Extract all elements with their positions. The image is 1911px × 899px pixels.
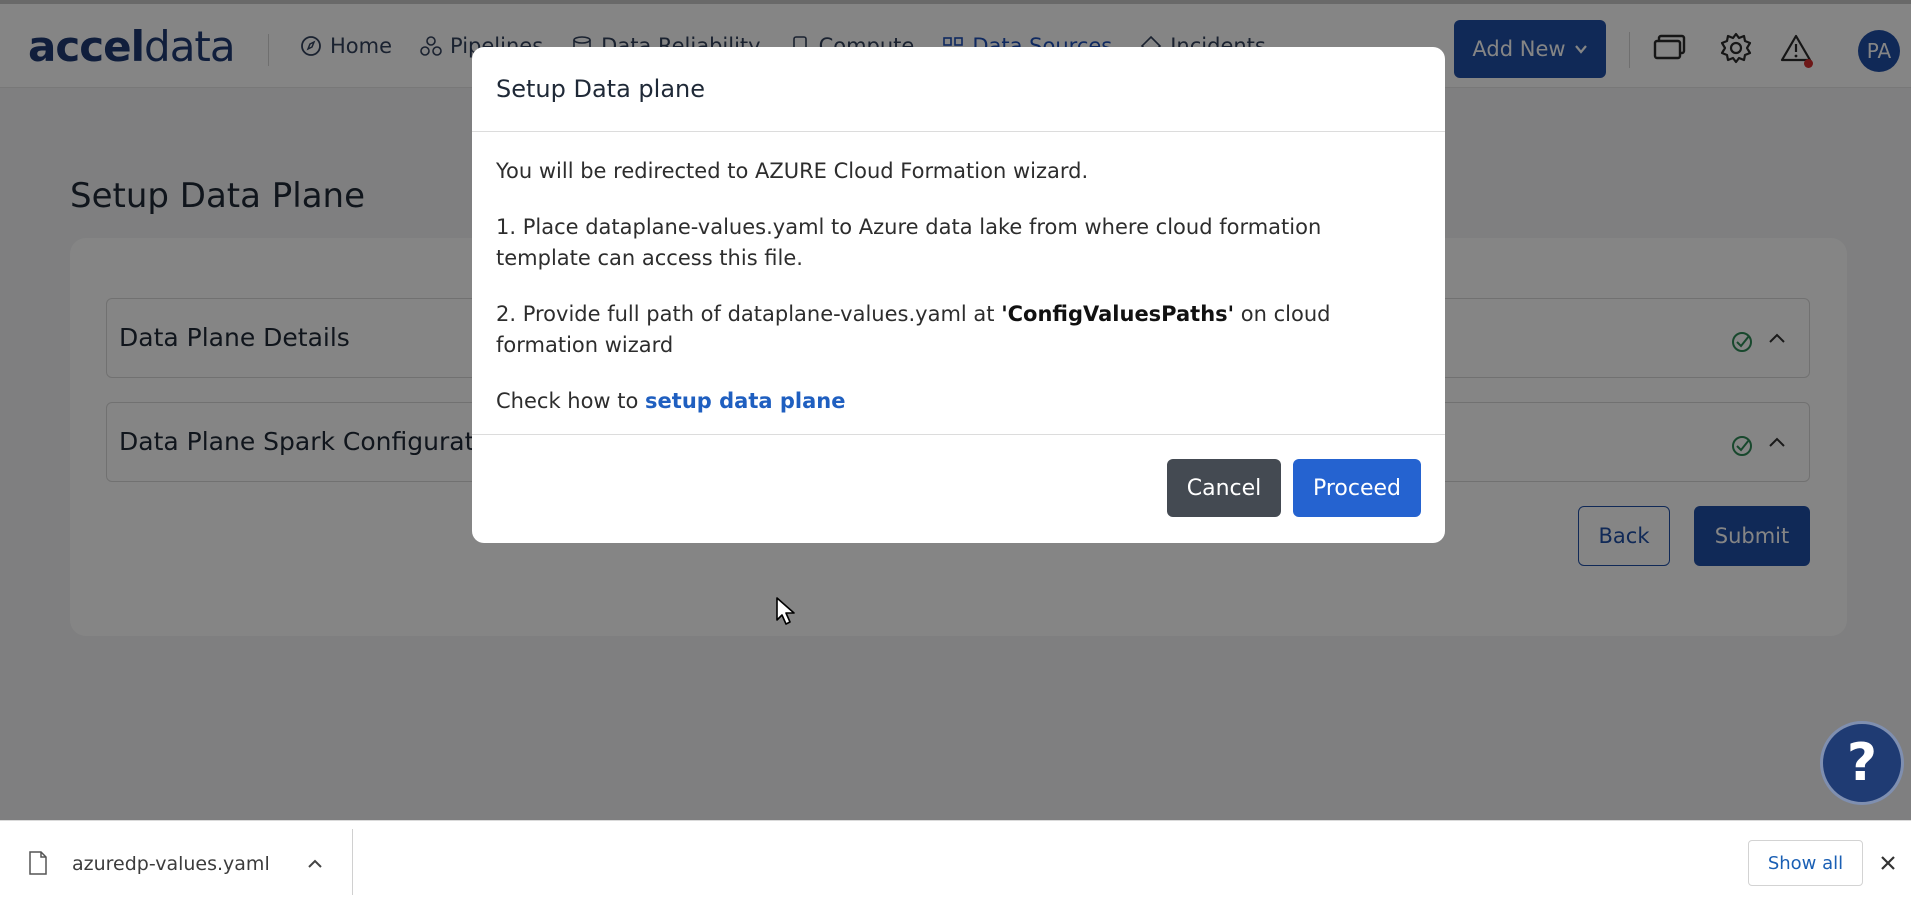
dialog-step-1: 1. Place dataplane-values.yaml to Azure … xyxy=(496,215,1322,270)
show-all-button[interactable]: Show all xyxy=(1748,840,1863,886)
proceed-button[interactable]: Proceed xyxy=(1293,459,1421,517)
download-divider xyxy=(352,829,353,895)
close-icon[interactable] xyxy=(1878,853,1898,873)
dialog-step-2: 2. Provide full path of dataplane-values… xyxy=(496,299,1421,361)
config-values-paths-text: 'ConfigValuesPaths' xyxy=(1001,302,1235,326)
dialog-intro-text: You will be redirected to AZURE Cloud Fo… xyxy=(496,159,1089,183)
dialog-help-line: Check how to setup data plane xyxy=(496,386,1421,417)
download-bar: azuredp-values.yaml Show all xyxy=(0,820,1911,899)
download-file-name[interactable]: azuredp-values.yaml xyxy=(72,853,270,875)
help-line-prefix: Check how to xyxy=(496,389,646,413)
dialog-title: Setup Data plane xyxy=(472,47,1445,132)
step-2-prefix: 2. Provide full path of dataplane-values… xyxy=(496,302,1002,326)
dialog-body: You will be redirected to AZURE Cloud Fo… xyxy=(472,132,1445,417)
chevron-up-icon[interactable] xyxy=(306,855,324,873)
cancel-button[interactable]: Cancel xyxy=(1167,459,1281,517)
setup-data-plane-dialog: Setup Data plane You will be redirected … xyxy=(472,47,1445,543)
help-button[interactable]: ? xyxy=(1820,721,1904,805)
setup-data-plane-link[interactable]: setup data plane xyxy=(645,389,845,413)
mouse-cursor-icon xyxy=(776,597,795,625)
dialog-footer: Cancel Proceed xyxy=(472,434,1445,543)
file-icon xyxy=(29,851,47,875)
